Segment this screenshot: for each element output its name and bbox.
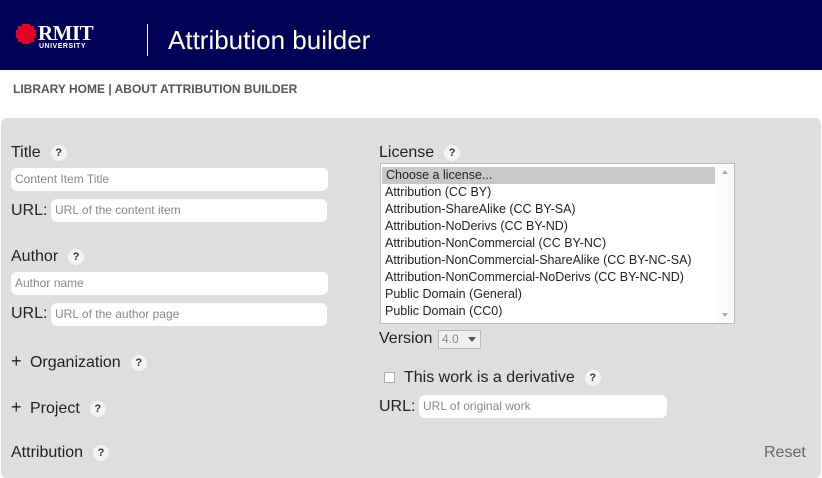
- chevron-down-icon: [468, 337, 476, 342]
- organization-expand-icon[interactable]: +: [11, 351, 22, 371]
- license-option[interactable]: Attribution-NonCommercial-NoDerivs (CC B…: [381, 269, 715, 286]
- license-option[interactable]: Attribution-NonCommercial-ShareAlike (CC…: [381, 252, 715, 269]
- attribution-label: Attribution?: [11, 444, 110, 462]
- original-work-url-input[interactable]: URL of original work: [419, 395, 667, 418]
- license-listbox[interactable]: Choose a license... Attribution (CC BY) …: [380, 163, 735, 324]
- license-option[interactable]: Attribution-ShareAlike (CC BY-SA): [381, 201, 715, 218]
- app-header: RMIT UNIVERSITY Attribution builder: [0, 0, 822, 70]
- version-select[interactable]: 4.0: [438, 330, 481, 349]
- license-label-text: License: [379, 144, 435, 161]
- content-url-input[interactable]: URL of the content item: [51, 199, 327, 222]
- author-help-icon[interactable]: ?: [68, 249, 85, 265]
- derivative-label-text: This work is a derivative: [404, 369, 575, 386]
- organization-help-icon[interactable]: ?: [130, 355, 147, 371]
- breadcrumb-nav: LIBRARY HOME | ABOUT ATTRIBUTION BUILDER: [13, 82, 297, 96]
- content-title-input[interactable]: Content Item Title: [11, 168, 328, 191]
- license-option[interactable]: Public Domain (General): [381, 286, 715, 303]
- license-option[interactable]: Attribution-NonCommercial (CC BY-NC): [381, 235, 715, 252]
- project-help-icon[interactable]: ?: [89, 401, 106, 417]
- logo-text: RMIT: [38, 21, 94, 45]
- author-url-input[interactable]: URL of the author page: [51, 303, 327, 326]
- derivative-label: This work is a derivative?: [404, 369, 601, 387]
- license-help-icon[interactable]: ?: [444, 145, 461, 161]
- title-label-text: Title: [11, 144, 41, 161]
- title-label: Title?: [11, 144, 67, 162]
- attribution-label-text: Attribution: [11, 444, 84, 461]
- rmit-logo-mark-icon: [16, 24, 36, 44]
- library-home-link[interactable]: LIBRARY HOME: [13, 82, 105, 96]
- about-attribution-builder-link[interactable]: ABOUT ATTRIBUTION BUILDER: [115, 82, 298, 96]
- license-option[interactable]: Attribution (CC BY): [381, 184, 715, 201]
- derivative-help-icon[interactable]: ?: [584, 370, 601, 386]
- version-value: 4.0: [442, 332, 459, 346]
- title-help-icon[interactable]: ?: [50, 145, 67, 161]
- nav-separator: |: [105, 82, 115, 96]
- derivative-checkbox[interactable]: [384, 372, 395, 383]
- project-expand-icon[interactable]: +: [11, 397, 22, 417]
- header-divider: [147, 24, 148, 56]
- scroll-down-arrow-icon[interactable]: [722, 313, 728, 317]
- title-url-label: URL:: [11, 202, 48, 219]
- author-name-input[interactable]: Author name: [11, 272, 328, 295]
- license-option[interactable]: Public Domain (CC0): [381, 303, 715, 320]
- project-toggle[interactable]: + Project?: [11, 398, 106, 418]
- logo-subtext: UNIVERSITY: [39, 43, 87, 50]
- author-url-label: URL:: [11, 305, 48, 322]
- organization-toggle[interactable]: + Organization?: [11, 352, 147, 372]
- author-label: Author?: [11, 248, 85, 266]
- organization-label: Organization: [29, 354, 121, 371]
- project-label: Project: [29, 400, 80, 417]
- scroll-up-arrow-icon[interactable]: [722, 170, 728, 174]
- license-scrollbar[interactable]: [717, 164, 734, 323]
- license-label: License?: [379, 144, 461, 162]
- attribution-help-icon[interactable]: ?: [93, 445, 110, 461]
- license-option[interactable]: Attribution-NoDerivs (CC BY-ND): [381, 218, 715, 235]
- license-option[interactable]: Choose a license...: [382, 167, 715, 184]
- page-title: Attribution builder: [168, 25, 371, 55]
- rmit-logo[interactable]: RMIT UNIVERSITY: [16, 22, 106, 52]
- version-label: Version: [379, 330, 433, 347]
- original-work-url-label: URL:: [379, 398, 416, 415]
- reset-button[interactable]: Reset: [764, 444, 806, 462]
- author-label-text: Author: [11, 248, 59, 265]
